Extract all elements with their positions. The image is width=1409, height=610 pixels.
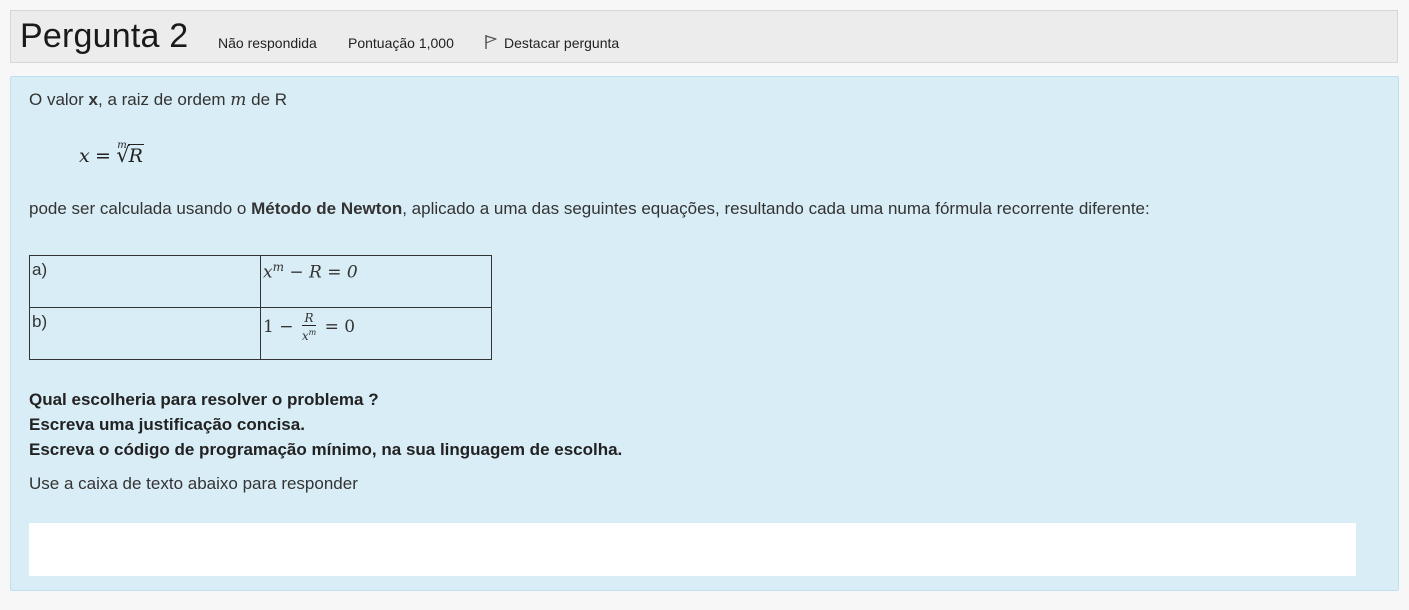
eq-a-base: x	[263, 262, 273, 283]
answer-textarea[interactable]	[29, 523, 1356, 576]
option-equation-b: 1 − Rxm = 0	[260, 307, 492, 360]
intro-prefix: O valor	[29, 90, 89, 109]
root-index: m	[117, 140, 127, 151]
equations-table: a) xm − R = 0 b) 1 − Rxm = 0	[29, 255, 492, 360]
table-row: a) xm − R = 0	[29, 255, 492, 308]
root-formula: x = m √R	[79, 140, 144, 168]
eq-b-suffix: = 0	[319, 317, 356, 337]
eq-b-denominator: xm	[302, 326, 316, 343]
question-intro: O valor x, a raiz de ordem m de R	[29, 90, 287, 110]
eq-b-fraction: Rxm	[301, 312, 317, 343]
method-suffix: , aplicado a uma das seguintes equações,…	[402, 199, 1150, 218]
question-score: Pontuação 1,000	[348, 35, 454, 51]
question-header: Pergunta 2 Não respondida Pontuação 1,00…	[10, 10, 1398, 63]
table-row: b) 1 − Rxm = 0	[29, 307, 492, 360]
question-status: Não respondida	[218, 35, 317, 51]
flag-outline-icon	[484, 34, 498, 53]
option-equation-a: xm − R = 0	[260, 255, 492, 308]
question-title: Pergunta 2	[20, 17, 189, 55]
eq-b-numerator: R	[301, 312, 317, 326]
root-radicand: R	[127, 144, 144, 167]
intro-variable: x	[88, 90, 98, 109]
option-label-b: b)	[29, 307, 261, 360]
method-prefix: pode ser calculada usando o	[29, 199, 252, 218]
intro-order-symbol: m	[230, 90, 247, 110]
intro-middle: , a raiz de ordem	[98, 90, 231, 109]
eq-b-den-exponent: m	[308, 328, 317, 337]
option-label-a: a)	[29, 255, 261, 308]
answer-prompt: Use a caixa de texto abaixo para respond…	[29, 474, 358, 493]
eq-a-rest: − R = 0	[283, 262, 358, 283]
flag-question-button[interactable]: Destacar pergunta	[484, 35, 619, 54]
eq-b-den-base: x	[301, 329, 309, 343]
instruction-code: Escreva o código de programação mínimo, …	[29, 440, 623, 459]
formula-lhs: x	[79, 145, 90, 167]
nth-root: m √R	[116, 140, 144, 168]
instruction-choice: Qual escolheria para resolver o problema…	[29, 390, 379, 409]
eq-b-prefix: 1 −	[263, 317, 299, 337]
flag-question-label: Destacar pergunta	[504, 35, 620, 52]
intro-suffix: de R	[246, 90, 288, 109]
method-name: Método de Newton	[251, 199, 403, 218]
method-sentence: pode ser calculada usando o Método de Ne…	[29, 199, 1150, 219]
eq-a-exponent: m	[272, 260, 284, 274]
question-body: O valor x, a raiz de ordem m de R x = m √…	[10, 76, 1399, 591]
instruction-justify: Escreva uma justificação concisa.	[29, 415, 305, 434]
formula-equals: =	[95, 145, 111, 167]
